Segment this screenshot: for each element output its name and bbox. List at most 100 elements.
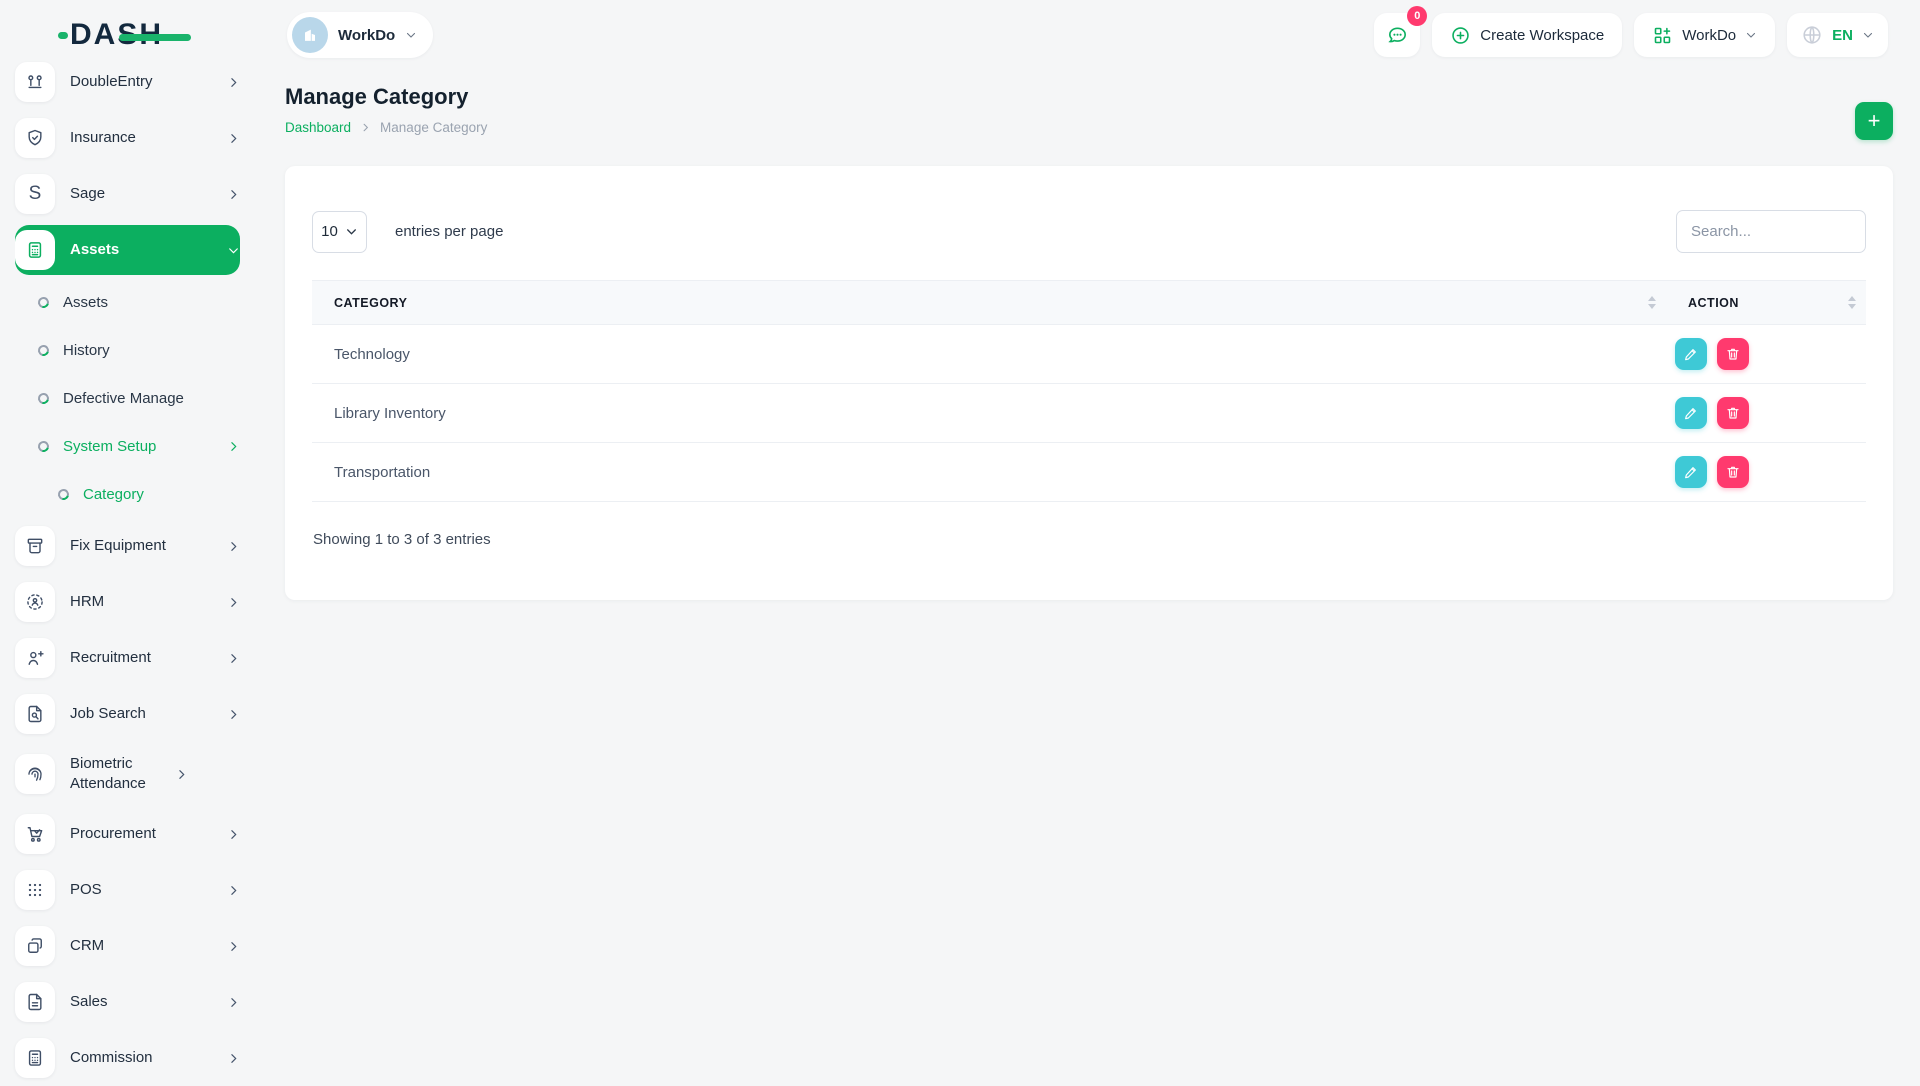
bullet-ring-icon (36, 438, 51, 453)
sidebar: DASH DoubleEntry Insurance S (0, 0, 255, 1080)
column-header-action[interactable]: ACTION (1666, 296, 1866, 310)
chevron-right-icon (227, 884, 240, 897)
edit-button[interactable] (1675, 456, 1707, 488)
table-header-row: CATEGORY ACTION (312, 280, 1866, 325)
cart-icon (15, 814, 55, 854)
workspace-selector[interactable]: WorkDo (287, 12, 433, 58)
entries-per-page-label: entries per page (395, 223, 503, 240)
logo-accent-bar (119, 34, 191, 41)
sidebar-item-recruitment[interactable]: Recruitment (15, 630, 240, 686)
sidebar-subitem-defective-manage[interactable]: Defective Manage (15, 374, 240, 422)
page-header: Manage Category Dashboard Manage Categor… (285, 84, 1893, 140)
shield-check-icon (15, 118, 55, 158)
workspace-avatar (292, 17, 328, 53)
chevron-down-icon (405, 29, 417, 41)
edit-button[interactable] (1675, 338, 1707, 370)
sidebar-item-fix-equipment[interactable]: Fix Equipment (15, 518, 240, 574)
sidebar-item-doubleentry[interactable]: DoubleEntry (15, 54, 240, 110)
chevron-right-icon (227, 652, 240, 665)
bullet-ring-icon (36, 342, 51, 357)
user-plus-icon (15, 638, 55, 678)
chevron-right-icon (227, 996, 240, 1009)
breadcrumb-dashboard-link[interactable]: Dashboard (285, 120, 351, 135)
action-cell (1666, 338, 1866, 370)
sidebar-item-procurement[interactable]: Procurement (15, 806, 240, 862)
table-controls: 10 entries per page (312, 210, 1866, 253)
category-cell: Library Inventory (312, 405, 1666, 422)
sidebar-item-biometric-attendance[interactable]: Biometric Attendance (15, 742, 240, 806)
sidebar-menu: DoubleEntry Insurance S Sage Assets (15, 54, 240, 1086)
chevron-right-icon (227, 1052, 240, 1065)
grid-dots-icon (15, 870, 55, 910)
column-header-category[interactable]: CATEGORY (312, 296, 1666, 310)
delete-button[interactable] (1717, 338, 1749, 370)
chevron-right-icon (227, 76, 240, 89)
bullet-ring-icon (56, 486, 71, 501)
add-category-button[interactable]: + (1855, 102, 1893, 140)
sage-icon: S (15, 174, 55, 214)
search-input[interactable] (1676, 210, 1866, 253)
breadcrumb-current: Manage Category (380, 120, 487, 135)
app-window: DASH DoubleEntry Insurance S (0, 0, 1920, 1080)
sidebar-item-assets[interactable]: Assets (15, 225, 240, 275)
sort-icon[interactable] (1848, 296, 1856, 309)
logo-accent-dot (58, 32, 68, 39)
sort-icon[interactable] (1648, 296, 1656, 309)
entries-per-page-value: 10 (321, 223, 338, 240)
hrm-person-icon (15, 582, 55, 622)
table-row: Transportation (312, 443, 1866, 502)
chevron-right-icon (227, 596, 240, 609)
document-icon (15, 982, 55, 1022)
sidebar-item-sage[interactable]: S Sage (15, 166, 240, 222)
table-row: Technology (312, 325, 1866, 384)
delete-button[interactable] (1717, 397, 1749, 429)
table-row: Library Inventory (312, 384, 1866, 443)
category-cell: Technology (312, 346, 1666, 363)
top-bar: WorkDo 0 Create Workspace WorkDo EN (255, 0, 1920, 70)
main-content: Manage Category Dashboard Manage Categor… (255, 70, 1920, 1080)
chevron-right-icon (360, 122, 371, 133)
workspace-dropdown-label: WorkDo (1682, 27, 1736, 44)
topbar-actions: 0 Create Workspace WorkDo EN (1374, 13, 1888, 57)
calculator-icon (15, 1038, 55, 1078)
page-title: Manage Category (285, 84, 487, 110)
chevron-right-icon (227, 132, 240, 145)
workspace-name: WorkDo (338, 27, 395, 44)
sidebar-subitem-category[interactable]: Category (15, 470, 240, 518)
delete-button[interactable] (1717, 456, 1749, 488)
workspace-dropdown[interactable]: WorkDo (1634, 13, 1775, 57)
edit-button[interactable] (1675, 397, 1707, 429)
sidebar-subitem-system-setup[interactable]: System Setup (15, 422, 240, 470)
sidebar-item-insurance[interactable]: Insurance (15, 110, 240, 166)
category-table-card: 10 entries per page CATEGORY ACTION (285, 166, 1893, 600)
entries-per-page-select[interactable]: 10 (312, 211, 367, 253)
language-code: EN (1832, 27, 1853, 44)
fingerprint-icon (15, 754, 55, 794)
chevron-down-icon (1862, 29, 1874, 41)
bullet-ring-icon (36, 390, 51, 405)
archive-box-icon (15, 526, 55, 566)
create-workspace-label: Create Workspace (1480, 27, 1604, 44)
messages-button[interactable]: 0 (1374, 13, 1420, 57)
document-search-icon (15, 694, 55, 734)
sidebar-subitem-assets[interactable]: Assets (15, 278, 240, 326)
sidebar-item-sales[interactable]: Sales (15, 974, 240, 1030)
chevron-down-icon (1745, 29, 1757, 41)
action-cell (1666, 456, 1866, 488)
sidebar-item-pos[interactable]: POS (15, 862, 240, 918)
chevron-right-icon (175, 768, 188, 781)
bullet-ring-icon (36, 294, 51, 309)
sidebar-subitem-history[interactable]: History (15, 326, 240, 374)
chevron-right-icon (227, 940, 240, 953)
sidebar-item-hrm[interactable]: HRM (15, 574, 240, 630)
language-selector[interactable]: EN (1787, 13, 1888, 57)
create-workspace-button[interactable]: Create Workspace (1432, 13, 1622, 57)
chevron-right-icon (227, 708, 240, 721)
chevron-right-icon (227, 828, 240, 841)
messages-badge: 0 (1407, 6, 1427, 26)
sidebar-item-commission[interactable]: Commission (15, 1030, 240, 1086)
doubleentry-icon (15, 62, 55, 102)
sidebar-item-job-search[interactable]: Job Search (15, 686, 240, 742)
chevron-down-icon (227, 244, 240, 257)
sidebar-item-crm[interactable]: CRM (15, 918, 240, 974)
